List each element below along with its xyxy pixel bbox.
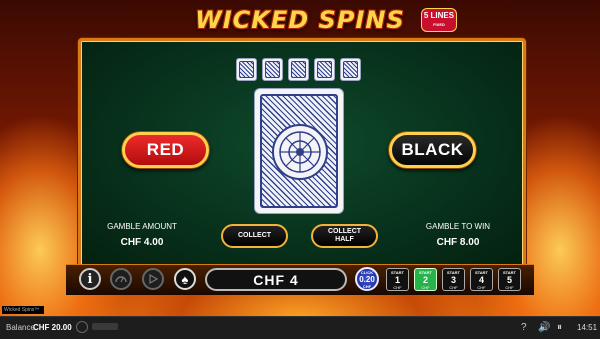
logo-text: WICKED SPINS — [195, 6, 405, 34]
lines-badge-big: 5 LINES — [423, 11, 455, 20]
start-unit: CHF — [393, 285, 402, 290]
start-button-1[interactable]: START 1 CHF — [386, 268, 409, 291]
start-unit: CHF — [421, 285, 430, 290]
start-number: 2 — [422, 275, 428, 285]
collect-button[interactable]: COLLECT — [221, 224, 288, 248]
game-tagline: Wicked Spins™ — [2, 306, 44, 314]
balance-value: CHF 20.00 — [33, 323, 72, 332]
gamble-toggle-button[interactable]: ♠ — [174, 268, 196, 290]
disabled-indicator — [92, 323, 118, 330]
start-unit: CHF — [505, 285, 514, 290]
start-button-5[interactable]: START 5 CHF — [498, 268, 521, 291]
spade-icon: ♠ — [181, 271, 189, 287]
gamble-to-win-value: CHF 8.00 — [436, 237, 480, 248]
start-button-2[interactable]: START 2 CHF — [414, 268, 437, 291]
start-number: 4 — [478, 275, 484, 285]
collect-half-button[interactable]: COLLECT HALF — [311, 224, 378, 248]
black-button[interactable]: BLACK — [389, 132, 476, 168]
status-bar: Balance CHF 20.00 ? 🔊 ⏸ 14:51 — [0, 316, 600, 339]
start-button-4[interactable]: START 4 CHF — [470, 268, 493, 291]
gamble-to-win-label: GAMBLE TO WIN — [425, 222, 491, 231]
info-button[interactable]: i — [79, 268, 101, 290]
start-number: 3 — [450, 275, 456, 285]
clock: 14:51 — [577, 323, 598, 332]
disabled-circle-icon — [76, 321, 88, 333]
balance-label: Balance — [6, 323, 35, 332]
play-icon — [149, 274, 158, 284]
lines-badge-small: FIXED — [433, 22, 445, 27]
coin-unit: CHF — [362, 284, 372, 289]
history-card — [236, 58, 257, 81]
history-card — [314, 58, 335, 81]
history-card — [262, 58, 283, 81]
pause-icon[interactable]: ⏸ — [557, 322, 562, 333]
win-display: CHF 4 — [205, 268, 347, 291]
coin-value: 0.20 — [359, 275, 375, 284]
start-unit: CHF — [477, 285, 486, 290]
coin-value-button[interactable]: CLICK 0.20 CHF — [355, 267, 379, 291]
lines-badge: 5 LINES FIXED — [421, 8, 457, 32]
start-button-3[interactable]: START 3 CHF — [442, 268, 465, 291]
speedometer-icon — [115, 276, 127, 283]
start-number: 5 — [506, 275, 512, 285]
gamble-amount-value: CHF 4.00 — [120, 237, 164, 248]
info-icon: i — [87, 271, 93, 287]
help-icon[interactable]: ? — [521, 322, 527, 333]
start-number: 1 — [394, 275, 400, 285]
play-button[interactable] — [142, 268, 164, 290]
start-unit: CHF — [449, 285, 458, 290]
history-card — [340, 58, 361, 81]
red-button[interactable]: RED — [122, 132, 209, 168]
gamble-card-back — [254, 88, 344, 214]
gamble-amount-label: GAMBLE AMOUNT — [107, 222, 177, 231]
game-logo: WICKED SPINS — [0, 6, 600, 38]
card-rosette-icon — [272, 124, 328, 180]
autoplay-button[interactable] — [110, 268, 132, 290]
sound-icon[interactable]: 🔊 — [538, 322, 550, 333]
history-card — [288, 58, 309, 81]
